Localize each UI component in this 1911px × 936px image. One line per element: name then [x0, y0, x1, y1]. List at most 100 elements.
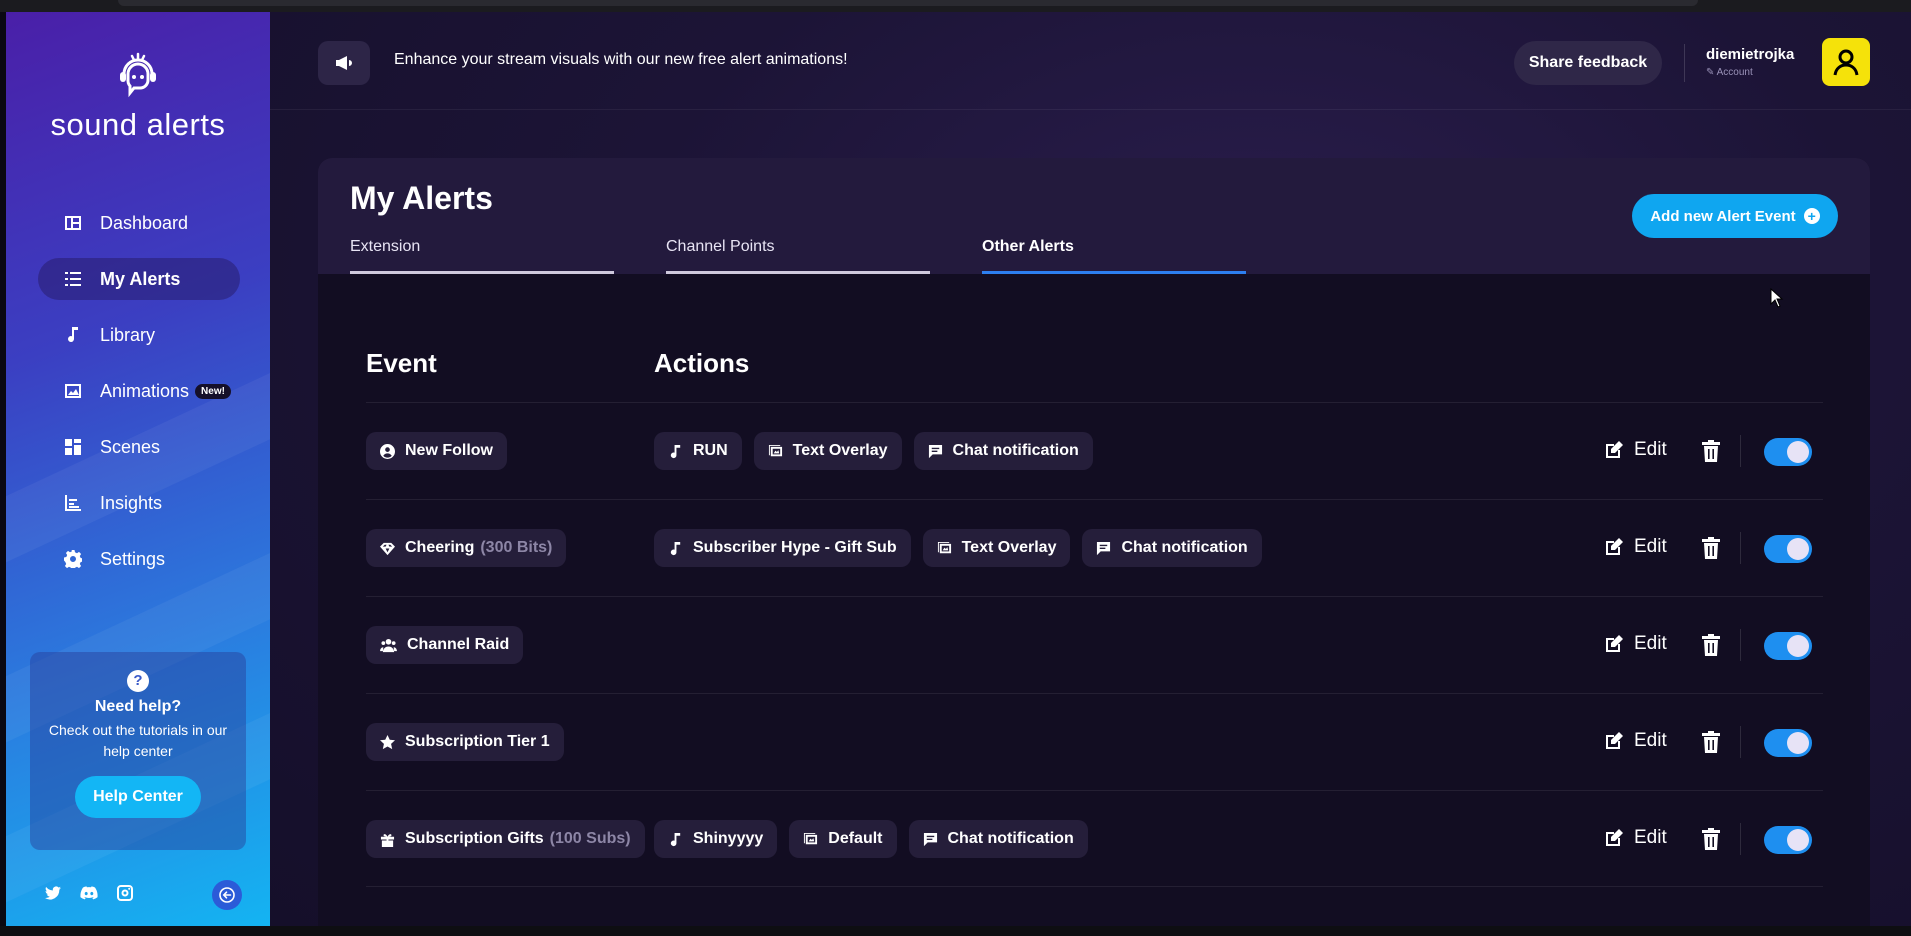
announcement-bar: Enhance your stream visuals with our new… — [270, 12, 1911, 110]
logo[interactable]: sound alerts — [6, 50, 270, 143]
action-sound[interactable]: Subscriber Hype - Gift Sub — [654, 529, 911, 567]
event-channel-raid[interactable]: Channel Raid — [366, 626, 524, 664]
sidebar-item-label: Settings — [100, 548, 166, 569]
enable-toggle[interactable] — [1764, 826, 1812, 854]
trash-icon[interactable] — [1702, 440, 1720, 462]
card-header: My Alerts Extension Channel Points Other… — [318, 158, 1870, 274]
chat-icon — [928, 444, 942, 458]
row-divider — [1740, 629, 1741, 661]
sidebar-item-label: Animations — [100, 380, 190, 401]
row-divider — [1740, 532, 1741, 564]
trash-icon[interactable] — [1702, 731, 1720, 753]
main-content: Enhance your stream visuals with our new… — [270, 12, 1911, 926]
event-detail: (300 Bits) — [480, 539, 553, 556]
twitter-icon[interactable] — [44, 884, 62, 902]
sidebar-item-scenes[interactable]: Scenes — [38, 426, 240, 468]
music-note-icon — [670, 444, 681, 458]
help-center-button[interactable]: Help Center — [75, 776, 201, 818]
toggle-knob — [1787, 441, 1809, 463]
header-divider — [1684, 44, 1685, 82]
user-account[interactable]: diemietrojka ✎ Account — [1706, 46, 1794, 78]
add-alert-event-label: Add new Alert Event — [1650, 207, 1796, 225]
edit-button[interactable]: Edit — [1604, 439, 1667, 461]
action-chat-notification[interactable]: Chat notification — [1082, 529, 1262, 567]
brand-name: sound alerts — [50, 107, 226, 142]
alerts-table: New Follow RUN Text Overlay Chat notific… — [366, 402, 1823, 887]
sidebar-item-dashboard[interactable]: Dashboard — [38, 202, 240, 244]
diamond-icon — [380, 542, 395, 555]
collapse-sidebar-button[interactable] — [212, 880, 242, 910]
enable-toggle[interactable] — [1764, 632, 1812, 660]
edit-button[interactable]: Edit — [1604, 536, 1667, 558]
dashboard-icon — [65, 216, 81, 230]
sidebar-item-settings[interactable]: Settings — [38, 538, 240, 580]
row-divider — [1740, 823, 1741, 855]
instagram-icon[interactable] — [116, 884, 134, 902]
action-sound[interactable]: Shinyyyy — [654, 820, 778, 858]
event-new-follow[interactable]: New Follow — [366, 432, 507, 470]
browser-url-bar[interactable] — [118, 0, 1698, 6]
trash-icon[interactable] — [1702, 634, 1720, 656]
help-title: Need help? — [94, 698, 182, 715]
sidebar-item-label: Dashboard — [100, 212, 189, 233]
trash-icon[interactable] — [1702, 537, 1720, 559]
edit-icon — [1606, 635, 1623, 652]
announcement-text: Enhance your stream visuals with our new… — [394, 51, 848, 68]
edit-button[interactable]: Edit — [1604, 827, 1667, 849]
row-actions: Subscriber Hype - Gift Sub Text Overlay … — [654, 529, 1262, 567]
action-sound[interactable]: RUN — [654, 432, 742, 470]
user-circle-icon — [380, 443, 395, 459]
browser-top-strip — [0, 0, 1911, 12]
event-subscription-gifts[interactable]: Subscription Gifts (100 Subs) — [366, 820, 645, 858]
sidebar-item-label: Library — [100, 324, 156, 345]
add-alert-event-button[interactable]: Add new Alert Event + — [1632, 194, 1838, 238]
edit-button[interactable]: Edit — [1604, 730, 1667, 752]
share-feedback-button[interactable]: Share feedback — [1514, 41, 1662, 85]
event-cheering[interactable]: Cheering (300 Bits) — [366, 529, 567, 567]
announcement-icon — [318, 41, 370, 85]
enable-toggle[interactable] — [1764, 535, 1812, 563]
sidebar-item-label: Scenes — [100, 436, 161, 457]
new-badge: New! — [195, 383, 231, 399]
sidebar-item-label: Insights — [100, 492, 163, 513]
discord-icon[interactable] — [80, 884, 98, 902]
plus-circle-icon: + — [1803, 208, 1820, 224]
user-icon — [1833, 49, 1859, 76]
row-actions: RUN Text Overlay Chat notification — [654, 432, 1093, 470]
sidebar-item-library[interactable]: Library — [38, 314, 240, 356]
toggle-knob — [1787, 635, 1809, 657]
action-chat-notification[interactable]: Chat notification — [913, 432, 1093, 470]
action-chat-notification[interactable]: Chat notification — [908, 820, 1088, 858]
event-detail: (100 Subs) — [549, 830, 631, 847]
table-row: Subscription Gifts (100 Subs) Shinyyyy De… — [366, 790, 1823, 887]
edit-icon — [1606, 441, 1623, 458]
image-icon — [804, 832, 818, 844]
tab-other-alerts[interactable]: Other Alerts — [982, 238, 1246, 274]
action-text-overlay[interactable]: Text Overlay — [922, 529, 1071, 567]
avatar[interactable] — [1822, 38, 1870, 86]
account-link[interactable]: ✎ Account — [1706, 67, 1794, 78]
image-icon — [768, 444, 782, 456]
action-text-overlay[interactable]: Text Overlay — [753, 432, 902, 470]
mouse-cursor-icon — [1770, 288, 1784, 308]
edit-button[interactable]: Edit — [1604, 633, 1667, 655]
music-note-icon — [68, 327, 78, 343]
toggle-knob — [1787, 538, 1809, 560]
trash-icon[interactable] — [1702, 828, 1720, 850]
sidebar: sound alerts Dashboard My Alerts Library… — [6, 12, 270, 926]
tab-extension[interactable]: Extension — [350, 238, 614, 274]
event-subscription-tier-1[interactable]: Subscription Tier 1 — [366, 723, 564, 761]
enable-toggle[interactable] — [1764, 438, 1812, 466]
action-animation[interactable]: Default — [789, 820, 897, 858]
table-row: New Follow RUN Text Overlay Chat notific… — [366, 402, 1823, 499]
help-card: ? Need help? Check out the tutorials in … — [30, 652, 246, 850]
users-icon — [380, 638, 397, 652]
sidebar-item-insights[interactable]: Insights — [38, 482, 240, 524]
sidebar-item-my-alerts[interactable]: My Alerts — [38, 258, 240, 300]
tab-channel-points[interactable]: Channel Points — [666, 238, 930, 274]
sidebar-item-animations[interactable]: Animations New! — [38, 370, 240, 412]
star-icon — [380, 734, 395, 749]
enable-toggle[interactable] — [1764, 729, 1812, 757]
chart-icon — [65, 495, 81, 511]
sidebar-nav: Dashboard My Alerts Library Animations N… — [38, 202, 240, 594]
